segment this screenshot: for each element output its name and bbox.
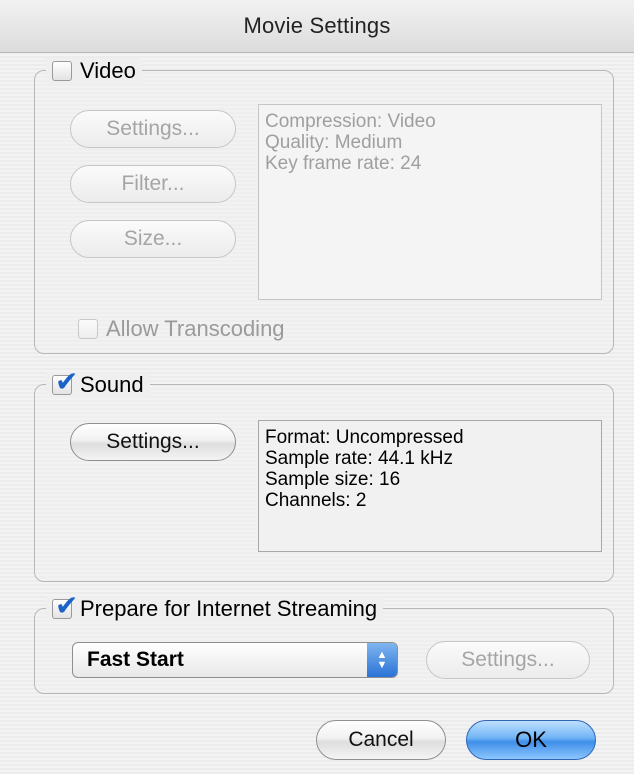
sound-settings-button[interactable]: Settings... [70,423,236,461]
video-filter-button[interactable]: Filter... [70,165,236,203]
sound-settings-label: Settings... [106,430,200,453]
sound-label: Sound [80,372,144,397]
video-info-box: Compression: Video Quality: Medium Key f… [258,104,602,300]
video-filter-label: Filter... [121,172,185,195]
sound-info-line: Format: Uncompressed [265,427,464,448]
allow-transcoding-row[interactable]: Allow Transcoding [78,316,285,342]
sound-info-box: Format: Uncompressed Sample rate: 44.1 k… [258,420,602,552]
ok-button[interactable]: OK [466,720,596,760]
streaming-type-select[interactable]: Fast Start ▲ ▼ [72,642,398,678]
checkmark-icon: ✔ [55,590,79,621]
video-info-line: Quality: Medium [265,132,403,153]
streaming-settings-label: Settings... [461,648,555,671]
allow-transcoding-label: Allow Transcoding [106,316,285,341]
sound-legend: ✔ Sound [46,368,150,398]
video-info-line: Key frame rate: 24 [265,153,422,174]
video-checkbox[interactable] [52,61,72,81]
video-size-button[interactable]: Size... [70,220,236,258]
streaming-legend: ✔ Prepare for Internet Streaming [46,592,384,622]
allow-transcoding-checkbox[interactable] [78,319,98,339]
sound-info-line: Sample rate: 44.1 kHz [265,448,453,469]
streaming-label: Prepare for Internet Streaming [80,596,378,621]
video-info-line: Compression: Video [265,111,436,132]
cancel-button[interactable]: Cancel [316,720,446,760]
streaming-checkbox[interactable]: ✔ [52,592,78,620]
sound-info-line: Sample size: 16 [265,469,401,490]
title-bar: Movie Settings [0,0,634,53]
video-legend: Video [46,58,142,84]
streaming-select-value: Fast Start [87,648,184,671]
video-settings-button[interactable]: Settings... [70,110,236,148]
video-size-label: Size... [123,227,183,250]
sound-checkbox[interactable]: ✔ [52,368,78,396]
streaming-settings-button[interactable]: Settings... [426,641,590,679]
sound-info-line: Channels: 2 [265,490,367,511]
checkmark-icon: ✔ [55,366,79,397]
cancel-label: Cancel [348,728,414,751]
popup-arrows-icon: ▲ ▼ [367,643,397,677]
video-label: Video [80,58,136,83]
window-title: Movie Settings [243,13,391,38]
video-settings-label: Settings... [106,117,200,140]
ok-label: OK [515,727,547,752]
